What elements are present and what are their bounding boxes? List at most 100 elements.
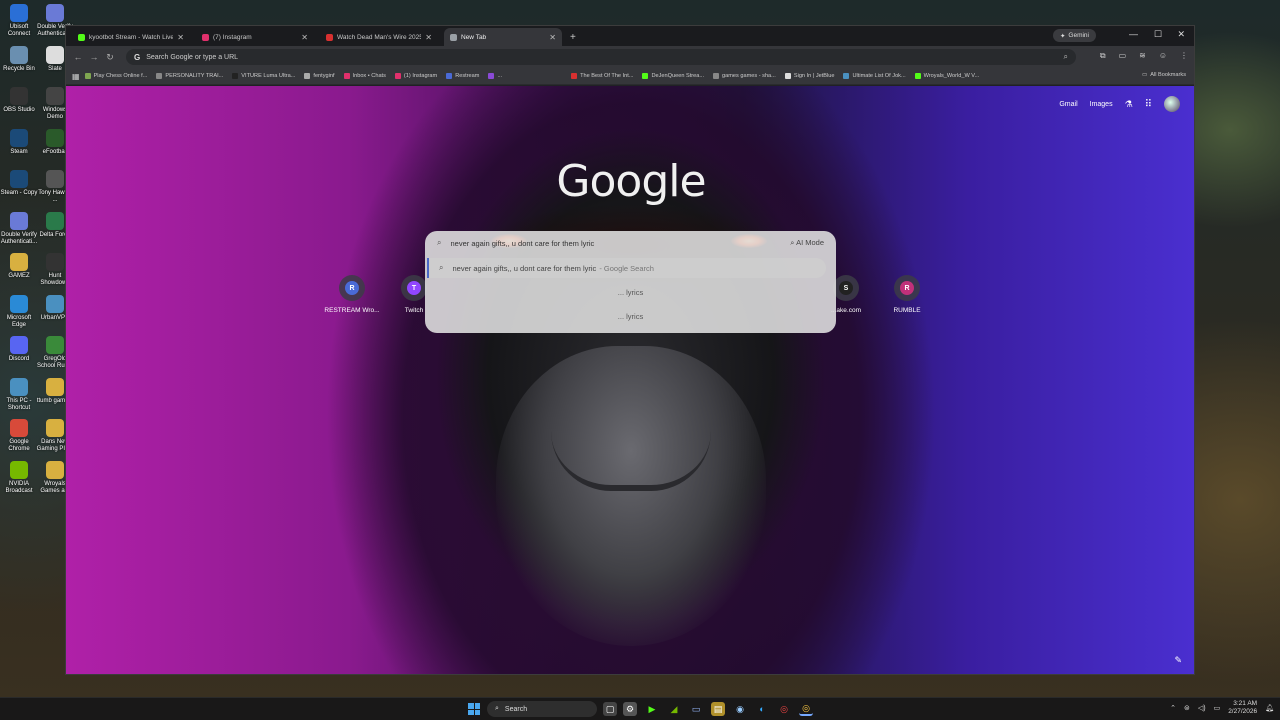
bookmark-item[interactable]: VITURE Luma Ultra...	[232, 73, 295, 79]
tab-close-icon[interactable]: ✕	[177, 33, 184, 42]
tab-close-icon[interactable]: ✕	[301, 33, 308, 42]
bookmark-item[interactable]: Play Chess Online f...	[84, 73, 147, 79]
desktop-icon[interactable]: Steam - Copy	[0, 170, 38, 197]
tab-close-icon[interactable]: ✕	[425, 33, 432, 42]
browser-tab[interactable]: Watch Dead Man's Wire 2025 - ✕	[320, 28, 438, 46]
browser-tab[interactable]: New Tab ✕	[444, 28, 562, 46]
edge-icon[interactable]: ◐	[755, 702, 769, 716]
bookmark-item[interactable]: fentyginf	[304, 73, 335, 79]
bookmark-label: Wroyals_World_W V...	[923, 73, 980, 79]
profile-icon[interactable]: ☺	[1159, 51, 1167, 61]
ai-mode-button[interactable]: ⌕ AI Mode	[790, 238, 824, 248]
settings-icon[interactable]: ⚙	[623, 702, 637, 716]
desktop-app-icon	[46, 4, 64, 22]
suggestion-item[interactable]: ⌕ never again gifts,, u dont care for th…	[427, 258, 826, 278]
clock-time: 3:21 AM	[1233, 700, 1258, 707]
browser-tab[interactable]: kyootbot Stream - Watch Live o ✕	[72, 28, 190, 46]
bookmark-item[interactable]: ...	[488, 73, 502, 79]
desktop-icon[interactable]: NVIDIA Broadcast	[0, 460, 38, 495]
account-avatar[interactable]	[1164, 96, 1180, 112]
desktop-icon[interactable]: Recycle Bin	[0, 45, 38, 73]
desktop-icon-label: This PC - Shortcut	[6, 397, 32, 411]
clock[interactable]: 3:21 AM 2/27/2026	[1228, 700, 1257, 716]
images-link[interactable]: Images	[1090, 101, 1113, 108]
search-query: never again gifts,, u dont care for them…	[450, 238, 595, 248]
menu-icon[interactable]: ⋮	[1180, 51, 1188, 61]
reload-icon[interactable]: ↻	[102, 52, 118, 63]
google-apps-icon[interactable]: ⠿	[1145, 99, 1152, 110]
bookmark-item[interactable]: Restream	[446, 73, 479, 79]
desktop-icon[interactable]: Steam	[0, 128, 38, 156]
toolbar-actions: ⧉ ▭ ≋ ☺ ⋮	[1100, 51, 1188, 61]
desktop-icon[interactable]: Ubisoft Connect	[0, 4, 38, 38]
gmail-link[interactable]: Gmail	[1059, 101, 1077, 108]
bookmark-apps-icon[interactable]: ▦	[72, 72, 80, 81]
task-view-icon[interactable]: ▢	[603, 702, 617, 716]
media-icon[interactable]: ≋	[1139, 51, 1146, 61]
desktop-icon[interactable]: Discord	[0, 336, 38, 363]
desktop-icon[interactable]: Microsoft Edge	[0, 294, 38, 329]
desktop-icon[interactable]: Google Chrome	[0, 419, 38, 453]
bookmark-favicon-icon	[304, 73, 311, 79]
bookmark-item[interactable]: Wroyals_World_W V...	[914, 73, 980, 79]
desktop-app-icon	[10, 253, 28, 271]
bookmark-item[interactable]: Inbox • Chats	[343, 73, 386, 79]
chrome-alt-icon[interactable]: ◎	[777, 702, 791, 716]
forward-icon[interactable]: →	[86, 52, 102, 62]
terminal-icon[interactable]: ▭	[689, 702, 703, 716]
back-icon[interactable]: ←	[70, 52, 86, 62]
desktop-app-icon	[46, 253, 64, 271]
bookmark-favicon-icon	[571, 73, 578, 79]
start-button[interactable]	[468, 703, 480, 715]
bookmark-item[interactable]: PERSONALITY TRAI...	[156, 73, 223, 79]
desktop-icon[interactable]: OBS Studio	[0, 87, 38, 114]
bookmark-item[interactable]: (1) Instagram	[394, 73, 437, 79]
desktop-icon[interactable]: This PC - Shortcut	[0, 377, 38, 412]
browser-tab[interactable]: (7) Instagram ✕	[196, 28, 314, 46]
all-bookmarks[interactable]: ▭ All Bookmarks	[1142, 72, 1186, 78]
zoom-icon[interactable]: ⌕	[1064, 52, 1068, 62]
suggestion-item[interactable]: ... lyrics	[425, 312, 836, 321]
bookmark-item[interactable]: DeJenQueen Strea...	[642, 73, 704, 79]
kick-icon[interactable]: ▶	[645, 702, 659, 716]
search-icon: ⌕	[439, 263, 444, 272]
bookmarks-bar: ▦ Play Chess Online f... PERSONALITY TRAI…	[66, 68, 1194, 85]
file-explorer-icon[interactable]: ▤	[711, 702, 725, 716]
chrome-icon[interactable]: ◎	[799, 702, 813, 716]
close-window-icon[interactable]: ✕	[1177, 29, 1185, 40]
gemini-button[interactable]: ✦ Gemini	[1052, 29, 1096, 42]
bookmark-item[interactable]: Sign In | JetBlue	[784, 73, 834, 79]
customize-pencil-icon[interactable]: ✎	[1174, 655, 1182, 666]
desktop-app-icon	[46, 87, 64, 105]
ntp-shortcut[interactable]: R RUMBLE	[875, 275, 939, 314]
nvidia-icon[interactable]: ◢	[667, 702, 681, 716]
minimize-icon[interactable]: —	[1129, 29, 1138, 39]
labs-flask-icon[interactable]: ⚗	[1125, 99, 1133, 110]
volume-icon[interactable]: ◁)	[1198, 704, 1206, 712]
ntp-shortcut[interactable]: R RESTREAM Wro...	[320, 275, 384, 314]
maximize-icon[interactable]: ☐	[1154, 29, 1162, 40]
side-panel-icon[interactable]: ▭	[1119, 51, 1127, 61]
bookmark-item[interactable]: games games - sha...	[713, 73, 776, 79]
bookmark-item[interactable]: Ultimate List Of Jok...	[843, 73, 906, 79]
steam-icon[interactable]: ◉	[733, 702, 747, 716]
taskbar-search[interactable]: ⌕ Search	[487, 701, 597, 717]
desktop-icon-label: Microsoft Edge	[6, 314, 32, 328]
bookmark-label: The Best Of The Int...	[580, 73, 634, 79]
search-input[interactable]: ⌕ never again gifts,, u dont care for th…	[425, 231, 836, 255]
bookmark-item[interactable]: The Best Of The Int...	[571, 73, 633, 79]
tray-overflow-icon[interactable]: ⌃	[1170, 704, 1176, 712]
address-bar[interactable]: G Search Google or type a URL ⌕	[126, 49, 1076, 65]
shortcut-icon: S	[833, 275, 859, 301]
desktop-icon[interactable]: GAMEZ	[0, 253, 38, 280]
bookmark-label: PERSONALITY TRAI...	[165, 73, 224, 79]
battery-icon[interactable]: ▭	[1214, 704, 1221, 712]
network-icon[interactable]: ⊜	[1184, 704, 1190, 712]
new-tab-button[interactable]: +	[570, 32, 576, 43]
suggestion-item[interactable]: ... lyrics	[425, 288, 836, 297]
extensions-icon[interactable]: ⧉	[1100, 51, 1106, 61]
notifications-icon[interactable]: 🔔︎	[1265, 704, 1274, 712]
desktop-app-icon	[46, 45, 64, 64]
desktop-icon[interactable]: Double Verify Authenticati...	[0, 211, 38, 246]
tab-close-icon[interactable]: ✕	[549, 33, 556, 42]
